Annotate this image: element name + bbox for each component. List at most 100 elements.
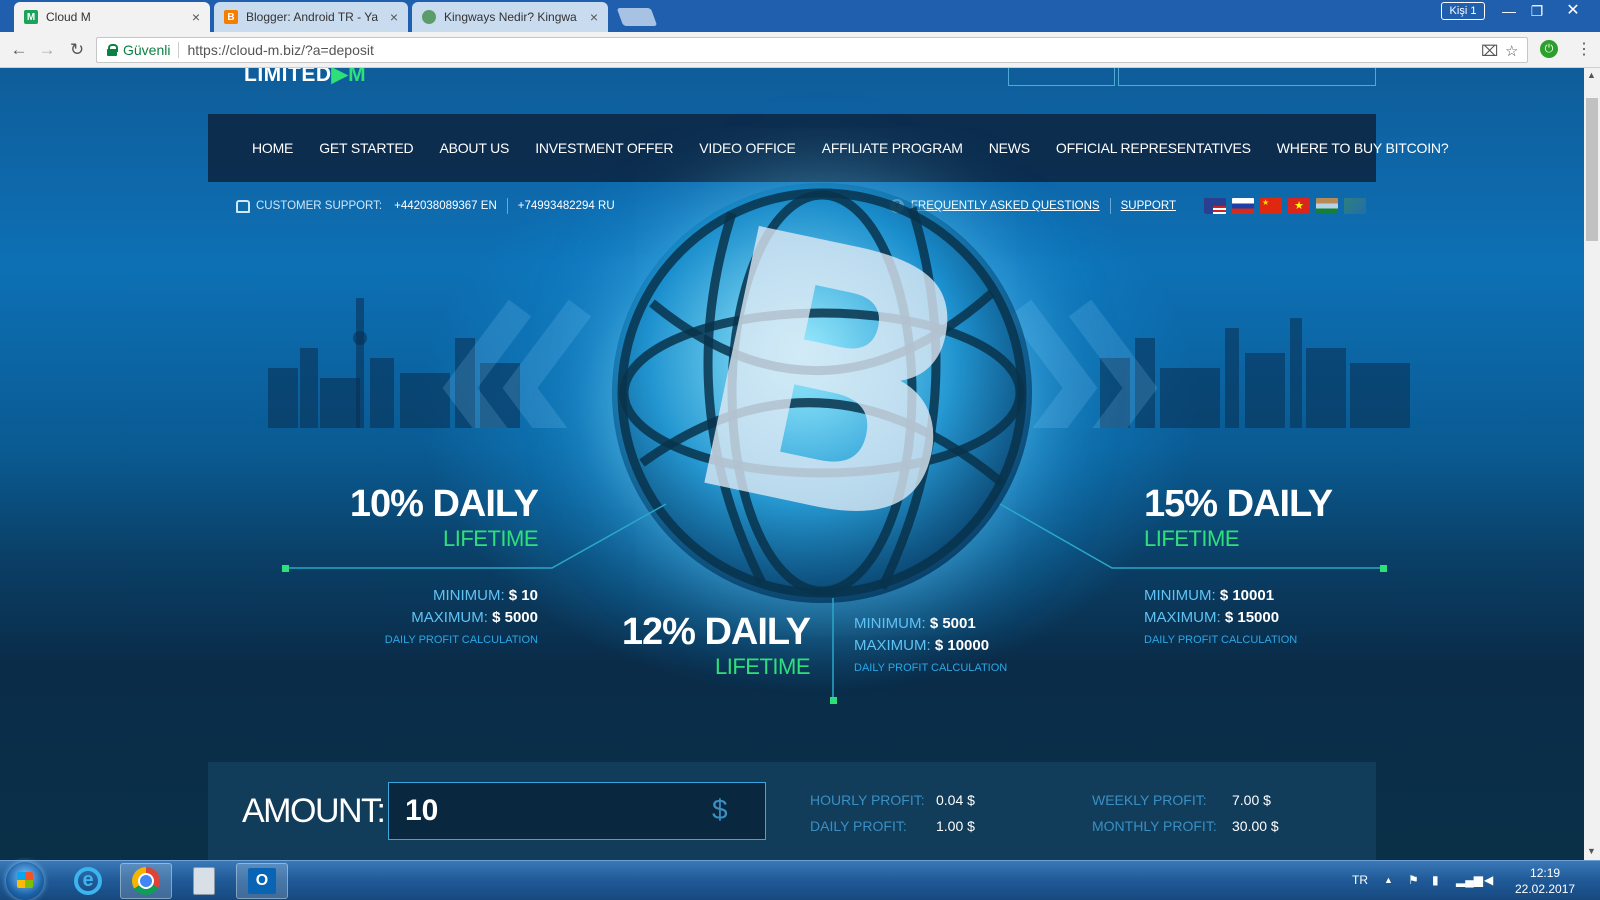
weekly-value: 7.00 $ [1232, 792, 1271, 808]
windows-taskbar: e O TR ▲ ⚑ ▮ ▂▄▆ ◀ 12:19 22.02.2017 [0, 860, 1600, 900]
plan-percent: 15% DAILY [1144, 483, 1333, 525]
internet-explorer-icon: e [74, 867, 102, 895]
plan-marker [830, 697, 837, 704]
monthly-label: MONTHLY PROFIT: [1092, 818, 1217, 834]
plan-term: LIFETIME [714, 654, 811, 679]
scrollbar-thumb[interactable] [1586, 98, 1598, 241]
plan-10-details: MINIMUM: $ 10 MAXIMUM: $ 5000 DAILY PROF… [338, 585, 538, 651]
plan-marker [282, 565, 289, 572]
max-value: $ 15000 [1224, 609, 1280, 626]
chrome-icon [132, 867, 160, 895]
browser-toolbar: ← → ↻ Güvenli https://cloud-m.biz/?a=dep… [0, 32, 1600, 68]
volume-icon[interactable]: ◀ [1484, 873, 1493, 887]
calculator-icon [193, 867, 215, 895]
close-tab-icon[interactable]: × [192, 9, 200, 25]
menu-dots-icon[interactable]: ⋮ [1576, 39, 1592, 59]
daily-value: 1.00 $ [936, 818, 975, 834]
tab-cloud-m[interactable]: M Cloud M × [14, 2, 210, 32]
forward-icon[interactable]: → [36, 39, 58, 61]
max-label: MAXIMUM: [1144, 609, 1221, 626]
new-tab-button[interactable] [616, 8, 658, 26]
tab-label: Cloud M [46, 10, 91, 24]
daily-profit-calc-link[interactable]: DAILY PROFIT CALCULATION [854, 657, 1054, 679]
plan-percent: 12% DAILY [621, 611, 811, 653]
taskbar-calculator[interactable] [178, 863, 230, 899]
plan-term: LIFETIME [1144, 526, 1240, 551]
omnibox-divider [178, 42, 180, 58]
monthly-profit: MONTHLY PROFIT: 30.00 $ [1092, 818, 1279, 834]
max-label: MAXIMUM: [411, 609, 488, 626]
weekly-profit: WEEKLY PROFIT: 7.00 $ [1092, 792, 1271, 808]
plan-connector-lines [286, 503, 1384, 700]
language-indicator[interactable]: TR [1352, 873, 1368, 887]
daily-profit-calc-link[interactable]: DAILY PROFIT CALCULATION [1144, 629, 1344, 651]
secure-label: Güvenli [123, 42, 171, 58]
taskbar-internet-explorer[interactable]: e [62, 863, 114, 899]
system-clock[interactable]: 12:19 22.02.2017 [1515, 865, 1575, 897]
show-hidden-icons-icon[interactable]: ▲ [1384, 875, 1393, 885]
max-value: $ 5000 [492, 609, 538, 626]
address-bar[interactable]: Güvenli https://cloud-m.biz/?a=deposit ⌧… [96, 37, 1528, 63]
cloud-m-favicon-icon: M [24, 10, 38, 24]
min-label: MINIMUM: [854, 615, 926, 632]
max-label: MAXIMUM: [854, 637, 931, 654]
extension-icon[interactable]: ⏻ [1540, 40, 1558, 58]
tab-label: Blogger: Android TR - Ya [246, 10, 379, 24]
clock-date: 22.02.2017 [1515, 882, 1576, 896]
plan-10-title: 10% DAILY LIFETIME [330, 483, 539, 552]
close-tab-icon[interactable]: × [390, 9, 398, 25]
plan-percent: 10% DAILY [349, 483, 539, 525]
hourly-label: HOURLY PROFIT: [810, 792, 925, 808]
hourly-value: 0.04 $ [936, 792, 975, 808]
reload-icon[interactable]: ↻ [66, 39, 88, 61]
translate-icon[interactable]: ⌧ [1481, 42, 1498, 60]
outlook-icon: O [248, 868, 276, 894]
restore-icon[interactable]: ❐ [1522, 0, 1552, 22]
amount-input[interactable]: 10 [388, 782, 766, 840]
page-viewport: LIMITED▶M HOME GET STARTED ABOUT US INVE… [0, 68, 1584, 860]
min-label: MINIMUM: [432, 587, 505, 604]
tab-blogger[interactable]: B Blogger: Android TR - Ya × [214, 2, 408, 32]
bookmark-star-icon[interactable]: ☆ [1505, 42, 1518, 60]
profit-calculator: AMOUNT: 10 $ HOURLY PROFIT: 0.04 $ DAILY … [208, 762, 1376, 860]
action-center-flag-icon[interactable]: ⚑ [1408, 873, 1419, 887]
daily-profit: DAILY PROFIT: 1.00 $ [810, 818, 975, 834]
plan-12-title: 12% DAILY LIFETIME [590, 611, 811, 680]
close-window-icon[interactable]: ✕ [1558, 0, 1588, 22]
max-value: $ 10000 [934, 637, 990, 654]
plan-12-details: MINIMUM: $ 5001 MAXIMUM: $ 10000 DAILY P… [854, 613, 1054, 679]
amount-label: AMOUNT: [242, 792, 386, 830]
min-value: $ 10001 [1219, 587, 1275, 604]
minimize-icon[interactable]: — [1494, 0, 1524, 22]
clock-time: 12:19 [1530, 866, 1561, 880]
tab-kingways[interactable]: Kingways Nedir? Kingwa × [412, 2, 608, 32]
min-label: MINIMUM: [1144, 587, 1216, 604]
taskbar-chrome[interactable] [120, 863, 172, 899]
plan-term: LIFETIME [442, 526, 539, 551]
plan-15-title: 15% DAILY LIFETIME [1144, 483, 1364, 552]
scroll-up-icon[interactable]: ▲ [1587, 70, 1596, 80]
taskbar-outlook[interactable]: O [236, 863, 288, 899]
daily-profit-calc-link[interactable]: DAILY PROFIT CALCULATION [338, 629, 538, 651]
currency-symbol: $ [712, 794, 728, 825]
plan-15-details: MINIMUM: $ 10001 MAXIMUM: $ 15000 DAILY … [1144, 585, 1344, 651]
daily-label: DAILY PROFIT: [810, 818, 907, 834]
back-icon[interactable]: ← [8, 39, 30, 61]
close-tab-icon[interactable]: × [590, 9, 598, 25]
page-scrollbar[interactable]: ▲ ▼ [1584, 68, 1600, 860]
weekly-label: WEEKLY PROFIT: [1092, 792, 1207, 808]
network-icon[interactable]: ▂▄▆ [1456, 873, 1483, 887]
lock-icon [107, 44, 118, 56]
profile-button[interactable]: Kişi 1 [1441, 2, 1485, 20]
tab-label: Kingways Nedir? Kingwa [444, 10, 577, 24]
url-text[interactable]: https://cloud-m.biz/?a=deposit [187, 42, 373, 58]
plan-marker [1380, 565, 1387, 572]
min-value: $ 10 [508, 587, 538, 604]
blogger-favicon-icon: B [224, 10, 238, 24]
min-value: $ 5001 [929, 615, 976, 632]
battery-icon[interactable]: ▮ [1432, 873, 1439, 887]
scroll-down-icon[interactable]: ▼ [1587, 846, 1596, 856]
browser-titlebar: M Cloud M × B Blogger: Android TR - Ya ×… [0, 0, 1600, 32]
start-button[interactable] [6, 862, 44, 900]
hourly-profit: HOURLY PROFIT: 0.04 $ [810, 792, 975, 808]
